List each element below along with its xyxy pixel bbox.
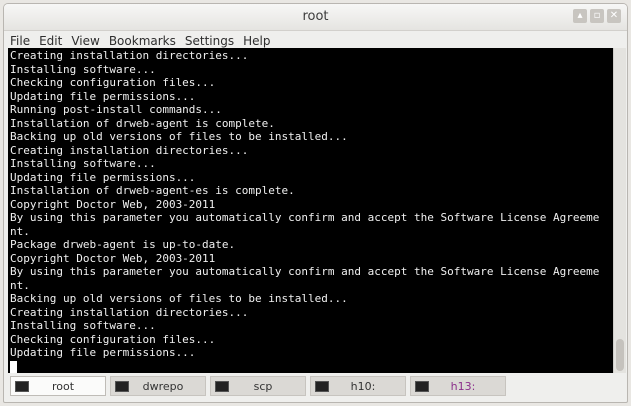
terminal-lines: Creating installation directories... Inst… xyxy=(10,49,599,373)
terminal-line: Installation of drweb-agent is complete. xyxy=(10,116,275,130)
terminal-line: Checking configuration files... xyxy=(10,332,216,346)
scrollbar-thumb[interactable] xyxy=(616,339,624,371)
tab-label: scp xyxy=(253,379,273,393)
menu-settings[interactable]: Settings xyxy=(185,34,234,48)
terminal-line: By using this parameter you automaticall… xyxy=(10,265,600,278)
tab-label: root xyxy=(51,379,75,393)
minimize-button[interactable]: ▴ xyxy=(573,9,587,23)
tab-label: h13: xyxy=(450,379,476,393)
terminal-line: Installing software... xyxy=(10,157,156,170)
terminal-window: root ▴ ▫ ✕ File Edit View Bookmarks Sett… xyxy=(3,3,628,403)
terminal-line: Installing software... xyxy=(10,62,156,76)
terminal-line: Installation of drweb-agent-es is comple… xyxy=(10,184,295,197)
menu-view[interactable]: View xyxy=(71,34,99,48)
terminal-line: Updating file permissions... xyxy=(10,89,196,103)
terminal-icon xyxy=(15,380,29,392)
terminal-icon xyxy=(415,380,429,392)
terminal-line: nt. xyxy=(10,224,30,238)
vertical-scrollbar[interactable] xyxy=(613,48,626,373)
terminal-line: Running post-install commands... xyxy=(10,103,222,116)
terminal-line: nt. xyxy=(10,278,30,292)
menu-file[interactable]: File xyxy=(10,34,30,48)
terminal-line: Creating installation directories... xyxy=(10,143,249,157)
terminal-line: Creating installation directories... xyxy=(10,49,249,62)
maximize-button[interactable]: ▫ xyxy=(590,9,604,23)
tab-h10[interactable]: h10: xyxy=(310,376,406,396)
terminal-line: Copyright Doctor Web, 2003-2011 xyxy=(10,251,216,265)
title-bar[interactable]: root ▴ ▫ ✕ xyxy=(4,4,627,31)
terminal-line: Installing software... xyxy=(10,319,156,332)
terminal-line: Backing up old versions of files to be i… xyxy=(10,292,348,305)
menu-help[interactable]: Help xyxy=(243,34,270,48)
terminal-cursor xyxy=(10,360,17,373)
window-controls: ▴ ▫ ✕ xyxy=(573,9,621,23)
terminal-icon xyxy=(215,380,229,392)
terminal-line: Package drweb-agent is up-to-date. xyxy=(10,238,236,251)
window-title: root xyxy=(302,9,329,24)
terminal-line: By using this parameter you automaticall… xyxy=(10,211,600,224)
terminal-icon xyxy=(315,380,329,392)
terminal-line: Checking configuration files... xyxy=(10,76,216,89)
tab-root[interactable]: root xyxy=(10,376,106,396)
session-tab-bar: root dwrepo scp h10: h13: xyxy=(4,376,627,400)
tab-label: h10: xyxy=(350,379,376,393)
terminal-line: Creating installation directories... xyxy=(10,305,249,319)
close-button[interactable]: ✕ xyxy=(607,9,621,23)
terminal-line: Copyright Doctor Web, 2003-2011 xyxy=(10,197,216,211)
menu-bookmarks[interactable]: Bookmarks xyxy=(109,34,176,48)
tab-dwrepo[interactable]: dwrepo xyxy=(110,376,206,396)
tab-label: dwrepo xyxy=(142,379,184,393)
terminal-line: Updating file permissions... xyxy=(10,170,196,184)
menu-edit[interactable]: Edit xyxy=(39,34,62,48)
terminal-line: Backing up old versions of files to be i… xyxy=(10,130,348,143)
terminal-icon xyxy=(115,380,129,392)
terminal-output[interactable]: Creating installation directories... Inst… xyxy=(8,48,613,373)
tab-scp[interactable]: scp xyxy=(210,376,306,396)
terminal-line: Updating file permissions... xyxy=(10,346,196,359)
tab-h13[interactable]: h13: xyxy=(410,376,506,396)
